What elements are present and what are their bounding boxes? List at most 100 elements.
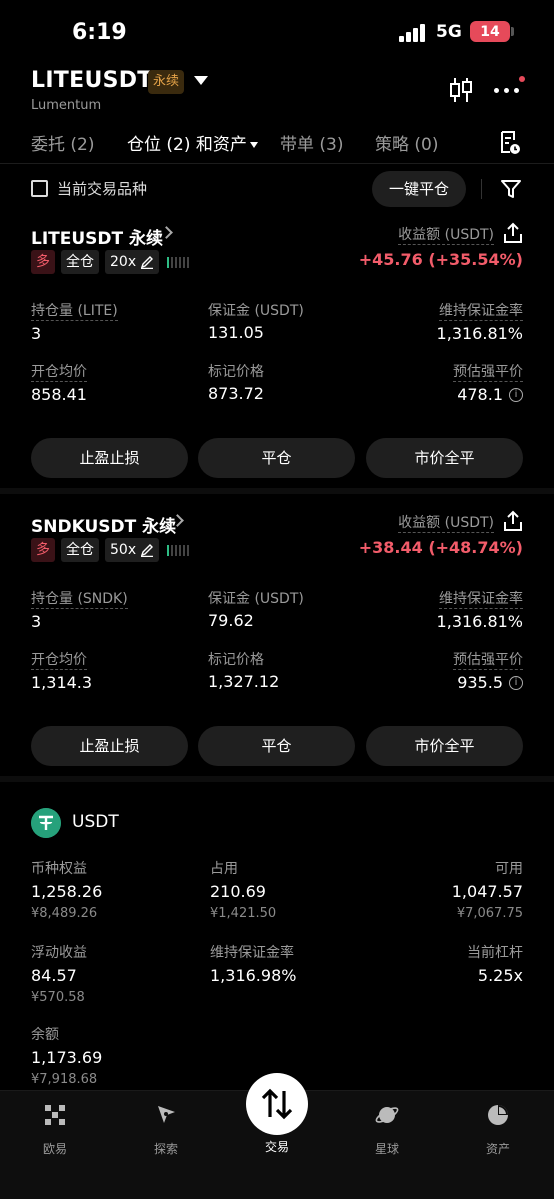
market-close-button[interactable]: 市价全平 xyxy=(366,438,523,478)
margin-cell: 保证金 (USDT) 79.62 xyxy=(208,588,304,630)
network-label: 5G xyxy=(436,22,462,42)
filter-icon[interactable] xyxy=(500,178,522,200)
battery-level: 14 xyxy=(480,23,500,40)
margin-value: 131.05 xyxy=(208,323,264,342)
close-position-button[interactable]: 平仓 xyxy=(198,726,355,766)
divider xyxy=(481,179,482,199)
tab-strategies[interactable]: 策略 (0) xyxy=(375,130,438,155)
tab-orders[interactable]: 委托 (2) xyxy=(31,130,94,155)
liq-value: 935.5 xyxy=(457,673,503,692)
leverage-badge[interactable]: 50x xyxy=(105,538,160,562)
leverage-value: 50x xyxy=(110,542,137,558)
balance-label: 余额 xyxy=(31,1027,59,1043)
entry-cell: 开仓均价 1,314.3 xyxy=(31,649,92,692)
instrument-dropdown-icon[interactable] xyxy=(194,76,208,85)
nav-label: 资产 xyxy=(485,1142,510,1156)
bottom-nav: 欧易 探索 交易 星球 资产 xyxy=(0,1073,554,1199)
equity-cny: ¥8,489.26 xyxy=(31,906,98,921)
asset-mmr-label: 维持保证金率 xyxy=(210,945,294,961)
more-options-icon[interactable] xyxy=(493,76,525,102)
margin-value: 79.62 xyxy=(208,611,254,630)
mmr-cell: 维持保证金率 1,316.81% xyxy=(437,588,523,631)
asset-mmr-cell: 维持保证金率 1,316.98% xyxy=(210,944,296,985)
info-icon[interactable]: i xyxy=(509,387,523,402)
risk-level-indicator xyxy=(167,256,190,268)
size-value: 3 xyxy=(31,324,42,343)
close-position-button[interactable]: 平仓 xyxy=(198,438,355,478)
margin-label: 保证金 (USDT) xyxy=(208,303,304,319)
current-instrument-label[interactable]: 当前交易品种 xyxy=(57,178,147,199)
order-history-icon[interactable] xyxy=(498,130,522,156)
liq-cell: 预估强平价 478.1 i xyxy=(453,361,523,404)
instrument-header: LITEUSDT 永续 Lumentum xyxy=(0,66,554,122)
margin-mode-badge[interactable]: 全仓 xyxy=(61,250,99,274)
used-cell: 占用 210.69 ¥1,421.50 xyxy=(210,860,276,921)
pnl-value: +38.44 (+48.74%) xyxy=(358,538,523,557)
mark-label: 标记价格 xyxy=(208,652,264,668)
used-cny: ¥1,421.50 xyxy=(210,906,277,921)
liq-label: 预估强平价 xyxy=(453,364,523,382)
share-icon[interactable] xyxy=(503,510,523,532)
leverage-badge[interactable]: 20x xyxy=(105,250,160,274)
nav-item-okx[interactable]: 欧易 xyxy=(20,1103,90,1157)
usdt-coin-icon xyxy=(31,808,61,838)
tab-bar: 委托 (2) 仓位 (2) 和资产 带单 (3) 策略 (0) xyxy=(0,124,554,164)
okx-logo-icon xyxy=(45,1105,65,1125)
position-name[interactable]: SNDKUSDT 永续 xyxy=(31,512,176,537)
tp-sl-button[interactable]: 止盈止损 xyxy=(31,726,188,766)
margin-mode-badge[interactable]: 全仓 xyxy=(61,538,99,562)
status-bar: 6:19 5G 14 xyxy=(0,0,554,66)
nav-trade-label: 交易 xyxy=(264,1140,289,1154)
mmr-label: 维持保证金率 xyxy=(439,591,523,609)
nav-item-trade[interactable] xyxy=(246,1073,308,1135)
used-value: 210.69 xyxy=(210,882,266,901)
pie-chart-icon xyxy=(488,1105,508,1125)
battery-cap xyxy=(511,27,514,36)
size-value: 3 xyxy=(31,612,42,631)
instrument-subtitle: Lumentum xyxy=(31,98,102,113)
trade-arrows-icon xyxy=(261,1088,293,1120)
position-name[interactable]: LITEUSDT 永续 xyxy=(31,224,163,249)
equity-label: 币种权益 xyxy=(31,861,87,877)
tab-positions-assets[interactable]: 仓位 (2) 和资产 xyxy=(127,130,258,155)
entry-label: 开仓均价 xyxy=(31,652,87,670)
tab-positions-label: 仓位 (2) 和资产 xyxy=(127,135,247,155)
available-value: 1,047.57 xyxy=(451,882,523,901)
mmr-value: 1,316.81% xyxy=(436,612,523,631)
close-all-button[interactable]: 一键平仓 xyxy=(372,171,466,207)
battery-icon: 14 xyxy=(470,21,510,42)
balance-value: 1,173.69 xyxy=(31,1048,103,1067)
upl-cell: 浮动收益 84.57 ¥570.58 xyxy=(31,944,87,1005)
mark-cell: 标记价格 873.72 xyxy=(208,361,264,403)
mark-value: 873.72 xyxy=(208,384,264,403)
asset-mmr-value: 1,316.98% xyxy=(210,966,297,985)
size-label: 持仓量 (SNDK) xyxy=(31,591,128,609)
balance-cell: 余额 1,173.69 ¥7,918.68 xyxy=(31,1026,102,1087)
pnl-label: 收益额 (USDT) xyxy=(398,224,494,245)
side-badge: 多 xyxy=(31,250,55,274)
leverage-value: 20x xyxy=(110,254,137,270)
status-time: 6:19 xyxy=(72,20,127,45)
equity-cell: 币种权益 1,258.26 ¥8,489.26 xyxy=(31,860,102,921)
notification-dot xyxy=(519,76,525,82)
margin-cell: 保证金 (USDT) 131.05 xyxy=(208,300,304,342)
nav-item-assets[interactable]: 资产 xyxy=(463,1103,533,1157)
current-instrument-checkbox[interactable] xyxy=(31,180,48,197)
market-close-button[interactable]: 市价全平 xyxy=(366,726,523,766)
signal-icon xyxy=(399,24,427,42)
nav-item-explore[interactable]: 探索 xyxy=(131,1103,201,1157)
info-icon[interactable]: i xyxy=(509,675,523,690)
tp-sl-button[interactable]: 止盈止损 xyxy=(31,438,188,478)
instrument-symbol[interactable]: LITEUSDT xyxy=(31,68,153,93)
candlestick-chart-icon[interactable] xyxy=(448,76,474,104)
mmr-cell: 维持保证金率 1,316.81% xyxy=(437,300,523,343)
asset-card: USDT 币种权益 1,258.26 ¥8,489.26 占用 210.69 ¥… xyxy=(0,788,554,1088)
compass-icon xyxy=(158,1106,175,1123)
share-icon[interactable] xyxy=(503,222,523,244)
tab-copy-trading[interactable]: 带单 (3) xyxy=(280,130,343,155)
nav-label: 欧易 xyxy=(42,1142,67,1156)
position-card: SNDKUSDT 永续 收益额 (USDT) +38.44 (+48.74%) … xyxy=(0,500,554,782)
margin-label: 保证金 (USDT) xyxy=(208,591,304,607)
entry-label: 开仓均价 xyxy=(31,364,87,382)
nav-item-planet[interactable]: 星球 xyxy=(352,1103,422,1157)
